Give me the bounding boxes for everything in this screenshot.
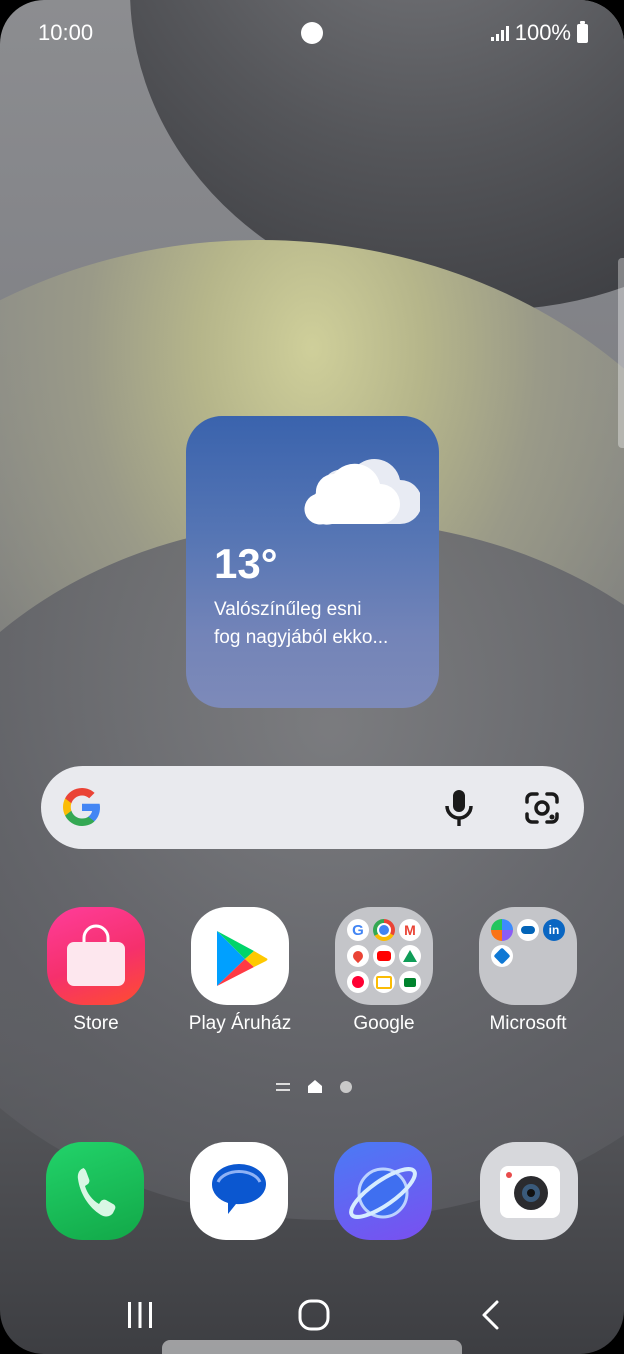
mic-icon[interactable] xyxy=(441,788,477,828)
store-icon xyxy=(47,907,145,1005)
battery-percent: 100% xyxy=(514,20,571,45)
folder-google[interactable]: G M Google xyxy=(324,907,444,1035)
temperature: 13° xyxy=(214,540,278,587)
app-label: Play Áruház xyxy=(188,1013,292,1034)
messages-icon[interactable] xyxy=(190,1142,288,1240)
app-store[interactable]: Store xyxy=(36,907,156,1035)
home-icon[interactable] xyxy=(298,1299,330,1331)
home-screen: 10:00 100% 13° Valószínűleg esni fog nag… xyxy=(0,0,624,1354)
google-icon xyxy=(63,788,100,826)
gmail-icon: M xyxy=(399,919,421,941)
page-dot[interactable] xyxy=(340,1080,352,1093)
folder-icon: G M xyxy=(335,907,433,1005)
internet-icon[interactable] xyxy=(334,1142,432,1240)
onedrive-icon xyxy=(517,919,539,941)
page-indicator xyxy=(276,1080,352,1093)
weather-description: Valószínűleg esni fog nagyjából ekko... xyxy=(214,596,424,652)
back-icon[interactable] xyxy=(478,1299,502,1331)
status-icons: 100% xyxy=(490,20,588,46)
outlook-icon xyxy=(491,945,513,967)
chrome-icon xyxy=(373,919,395,941)
recents-icon[interactable] xyxy=(126,1300,154,1330)
app-play-store[interactable]: Play Áruház xyxy=(180,907,300,1035)
tv-icon xyxy=(373,971,395,993)
phone-icon[interactable] xyxy=(46,1142,144,1240)
signal-icon xyxy=(490,25,509,41)
meet-icon xyxy=(399,971,421,993)
navigation-bar xyxy=(0,1280,624,1354)
youtube-music-icon xyxy=(347,971,369,993)
folder-microsoft[interactable]: in Microsoft xyxy=(468,907,588,1035)
youtube-icon xyxy=(373,945,395,967)
home-page-icon[interactable] xyxy=(308,1080,322,1093)
maps-icon xyxy=(347,945,369,967)
folder-icon: in xyxy=(479,907,577,1005)
front-camera xyxy=(301,22,323,44)
copilot-icon xyxy=(491,919,513,941)
drive-icon xyxy=(399,945,421,967)
linkedin-icon: in xyxy=(543,919,565,941)
gesture-handle[interactable] xyxy=(162,1340,462,1354)
app-label: Store xyxy=(73,1013,119,1034)
edge-panel-handle[interactable] xyxy=(618,258,624,448)
camera-icon[interactable] xyxy=(480,1142,578,1240)
google-icon: G xyxy=(347,919,369,941)
app-label: Google xyxy=(353,1013,415,1034)
lens-icon[interactable] xyxy=(523,790,561,826)
battery-icon xyxy=(577,20,588,43)
weather-description-line: Valószínűleg esni xyxy=(214,599,362,620)
google-search-bar[interactable] xyxy=(41,766,584,849)
app-label: Microsoft xyxy=(489,1013,567,1034)
play-store-icon xyxy=(191,907,289,1005)
clock: 10:00 xyxy=(38,20,94,45)
weather-description-line: fog nagyjából ekko... xyxy=(214,627,389,648)
menu-page-icon[interactable] xyxy=(276,1082,290,1092)
weather-widget[interactable]: 13° Valószínűleg esni fog nagyjából ekko… xyxy=(186,416,439,708)
cloud-icon xyxy=(304,459,420,525)
status-bar: 10:00 100% xyxy=(0,0,624,62)
